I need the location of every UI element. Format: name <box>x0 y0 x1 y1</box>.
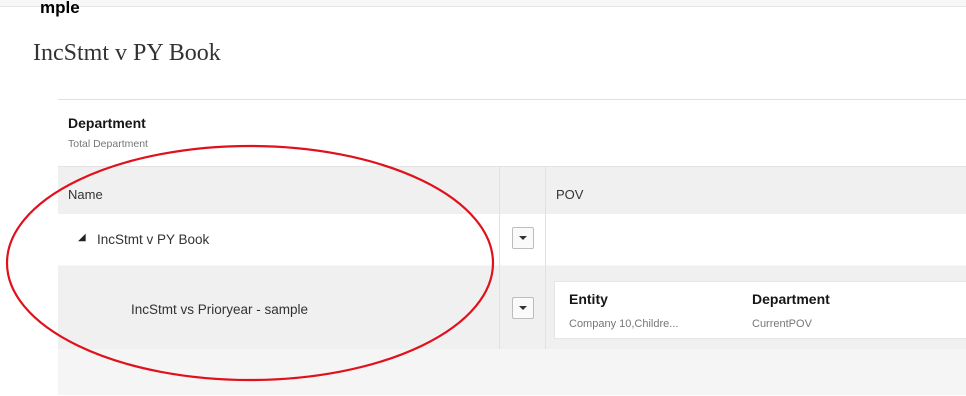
column-divider <box>545 166 546 349</box>
column-header-pov <box>546 166 966 215</box>
title-divider <box>58 99 966 100</box>
pov-department-header: Department <box>752 291 830 307</box>
book-row-menu-button[interactable] <box>512 227 534 249</box>
book-name[interactable]: IncStmt v PY Book <box>97 232 209 247</box>
pov-department-value[interactable]: CurrentPOV <box>752 318 812 330</box>
grid-row-book-pov-cell <box>546 214 966 265</box>
pov-entity-value[interactable]: Company 10,Childre... <box>569 318 678 330</box>
dimension-label: Department <box>68 115 146 131</box>
column-divider <box>499 166 500 349</box>
dimension-value[interactable]: Total Department <box>68 138 148 150</box>
report-name[interactable]: IncStmt vs Prioryear - sample <box>131 302 308 317</box>
column-header-actions <box>500 166 545 215</box>
report-row-menu-button[interactable] <box>512 297 534 319</box>
pov-card <box>554 281 966 339</box>
chevron-down-icon <box>519 306 527 310</box>
column-header-name-label: Name <box>68 187 103 202</box>
collapse-triangle-icon[interactable]: ◢ <box>78 233 86 243</box>
column-header-name <box>58 166 499 215</box>
column-header-pov-label: POV <box>556 187 584 202</box>
pov-entity-header: Entity <box>569 291 608 307</box>
chevron-down-icon <box>519 236 527 240</box>
clipped-heading: mple <box>40 0 80 17</box>
page-title: IncStmt v PY Book <box>33 40 221 66</box>
